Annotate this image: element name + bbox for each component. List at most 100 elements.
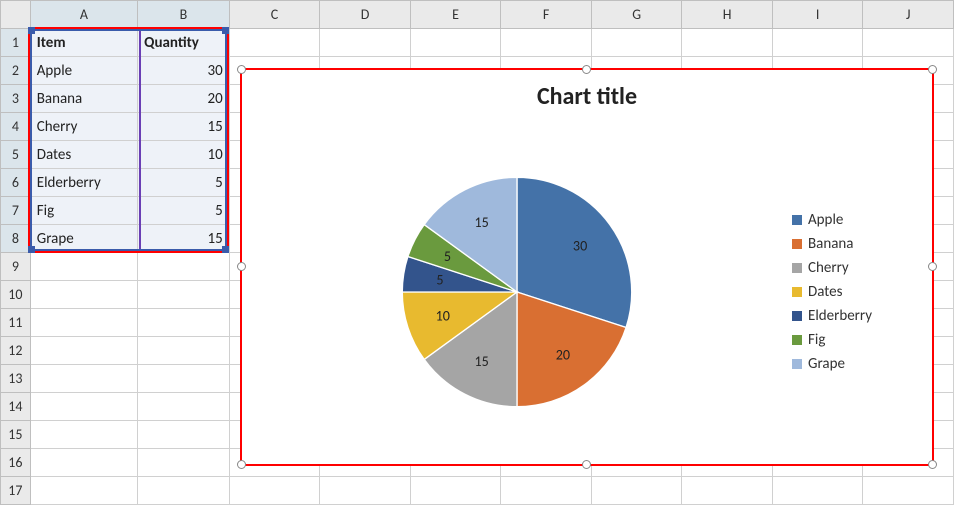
cell-B13[interactable] bbox=[138, 365, 230, 393]
cell-A11[interactable] bbox=[30, 309, 137, 337]
selection-outline bbox=[30, 29, 227, 251]
row-header-8[interactable]: 8 bbox=[1, 225, 31, 253]
legend-label: Grape bbox=[808, 355, 845, 373]
legend-label: Apple bbox=[808, 211, 843, 229]
cell-A17[interactable] bbox=[30, 477, 137, 505]
legend-item-fig[interactable]: Fig bbox=[792, 331, 924, 349]
cell-A16[interactable] bbox=[30, 449, 137, 477]
cell-F1[interactable] bbox=[501, 29, 592, 57]
cell-C17[interactable] bbox=[229, 477, 320, 505]
cell-B15[interactable] bbox=[138, 421, 230, 449]
corner-cell[interactable] bbox=[1, 1, 31, 29]
row-header-6[interactable]: 6 bbox=[1, 169, 31, 197]
column-header-F[interactable]: F bbox=[501, 1, 592, 29]
cell-B16[interactable] bbox=[138, 449, 230, 477]
cell-B11[interactable] bbox=[138, 309, 230, 337]
pie-label-fig: 5 bbox=[444, 248, 451, 265]
cell-A14[interactable] bbox=[30, 393, 137, 421]
cell-I1[interactable] bbox=[772, 29, 863, 57]
legend-label: Cherry bbox=[808, 259, 849, 277]
legend-item-apple[interactable]: Apple bbox=[792, 211, 924, 229]
cell-J17[interactable] bbox=[863, 477, 954, 505]
column-header-A[interactable]: A bbox=[30, 1, 137, 29]
selection-handle[interactable] bbox=[28, 246, 35, 253]
row-header-13[interactable]: 13 bbox=[1, 365, 31, 393]
cell-A12[interactable] bbox=[30, 337, 137, 365]
cell-G1[interactable] bbox=[591, 29, 682, 57]
cell-H1[interactable] bbox=[682, 29, 773, 57]
legend-label: Dates bbox=[808, 283, 842, 301]
selection-handle[interactable] bbox=[222, 27, 229, 34]
row-header-12[interactable]: 12 bbox=[1, 337, 31, 365]
column-header-J[interactable]: J bbox=[863, 1, 954, 29]
cell-D1[interactable] bbox=[320, 29, 411, 57]
legend-item-elderberry[interactable]: Elderberry bbox=[792, 307, 924, 325]
chart-object[interactable]: Chart title 302015105515 AppleBananaCher… bbox=[240, 68, 934, 466]
resize-handle[interactable] bbox=[582, 460, 591, 469]
row-header-3[interactable]: 3 bbox=[1, 85, 31, 113]
row-header-2[interactable]: 2 bbox=[1, 57, 31, 85]
row-header-1[interactable]: 1 bbox=[1, 29, 31, 57]
cell-A15[interactable] bbox=[30, 421, 137, 449]
row-header-16[interactable]: 16 bbox=[1, 449, 31, 477]
row-header-5[interactable]: 5 bbox=[1, 141, 31, 169]
cell-B12[interactable] bbox=[138, 337, 230, 365]
cell-H17[interactable] bbox=[682, 477, 773, 505]
legend-item-cherry[interactable]: Cherry bbox=[792, 259, 924, 277]
cell-F17[interactable] bbox=[501, 477, 592, 505]
cell-B14[interactable] bbox=[138, 393, 230, 421]
resize-handle[interactable] bbox=[237, 65, 246, 74]
legend-label: Elderberry bbox=[808, 307, 872, 325]
legend-swatch-icon bbox=[792, 311, 802, 321]
cell-G17[interactable] bbox=[591, 477, 682, 505]
pie-label-dates: 10 bbox=[436, 308, 450, 325]
resize-handle[interactable] bbox=[928, 65, 937, 74]
column-header-G[interactable]: G bbox=[591, 1, 682, 29]
row-header-14[interactable]: 14 bbox=[1, 393, 31, 421]
column-header-E[interactable]: E bbox=[410, 1, 501, 29]
column-header-I[interactable]: I bbox=[772, 1, 863, 29]
legend-label: Fig bbox=[808, 331, 825, 349]
legend-swatch-icon bbox=[792, 263, 802, 273]
cell-B10[interactable] bbox=[138, 281, 230, 309]
legend-item-dates[interactable]: Dates bbox=[792, 283, 924, 301]
pie-plot-area[interactable]: 302015105515 bbox=[242, 130, 792, 454]
cell-E1[interactable] bbox=[410, 29, 501, 57]
pie-label-grape: 15 bbox=[474, 214, 488, 231]
cell-C1[interactable] bbox=[229, 29, 320, 57]
cell-J1[interactable] bbox=[863, 29, 954, 57]
resize-handle[interactable] bbox=[928, 460, 937, 469]
row-header-9[interactable]: 9 bbox=[1, 253, 31, 281]
pie-label-cherry: 15 bbox=[474, 353, 488, 370]
resize-handle[interactable] bbox=[237, 460, 246, 469]
legend-item-banana[interactable]: Banana bbox=[792, 235, 924, 253]
column-header-D[interactable]: D bbox=[320, 1, 411, 29]
legend-item-grape[interactable]: Grape bbox=[792, 355, 924, 373]
selection-handle[interactable] bbox=[28, 27, 35, 34]
column-header-H[interactable]: H bbox=[682, 1, 773, 29]
row-header-7[interactable]: 7 bbox=[1, 197, 31, 225]
legend-swatch-icon bbox=[792, 359, 802, 369]
column-header-B[interactable]: B bbox=[138, 1, 230, 29]
cell-B9[interactable] bbox=[138, 253, 230, 281]
chart-title[interactable]: Chart title bbox=[242, 82, 932, 111]
row-header-10[interactable]: 10 bbox=[1, 281, 31, 309]
resize-handle[interactable] bbox=[582, 65, 591, 74]
row-header-11[interactable]: 11 bbox=[1, 309, 31, 337]
cell-A13[interactable] bbox=[30, 365, 137, 393]
selection-handle[interactable] bbox=[222, 246, 229, 253]
row-header-17[interactable]: 17 bbox=[1, 477, 31, 505]
cell-A10[interactable] bbox=[30, 281, 137, 309]
row-header-15[interactable]: 15 bbox=[1, 421, 31, 449]
cell-D17[interactable] bbox=[320, 477, 411, 505]
chart-legend[interactable]: Apple Banana Cherry Dates Elderberry Fig Grape bbox=[792, 205, 932, 379]
legend-swatch-icon bbox=[792, 335, 802, 345]
pie-label-banana: 20 bbox=[556, 347, 570, 364]
cell-A9[interactable] bbox=[30, 253, 137, 281]
cell-I17[interactable] bbox=[772, 477, 863, 505]
cell-E17[interactable] bbox=[410, 477, 501, 505]
legend-swatch-icon bbox=[792, 287, 802, 297]
column-header-C[interactable]: C bbox=[229, 1, 320, 29]
cell-B17[interactable] bbox=[138, 477, 230, 505]
row-header-4[interactable]: 4 bbox=[1, 113, 31, 141]
